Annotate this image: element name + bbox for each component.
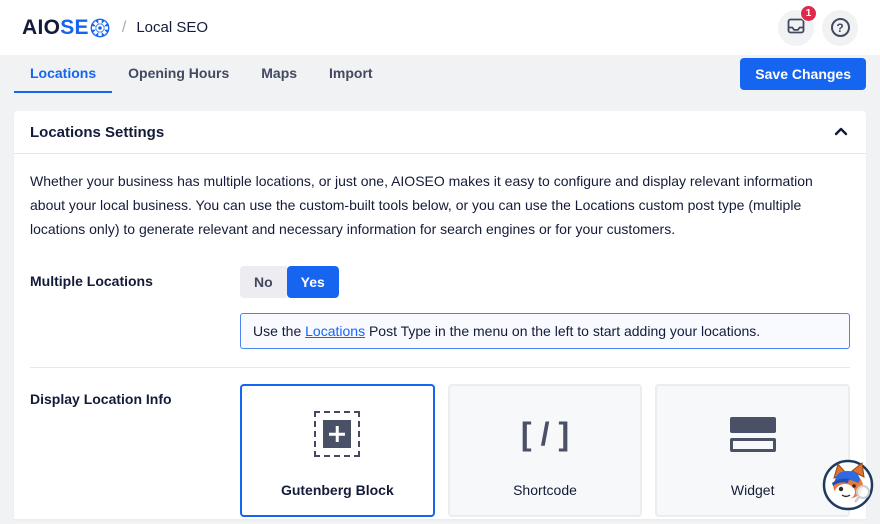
notice-text-pre: Use the — [253, 323, 306, 339]
aioseo-fox-mascot[interactable] — [822, 459, 874, 511]
breadcrumb-separator: / — [121, 18, 127, 36]
panel-header-toggle[interactable]: Locations Settings — [14, 111, 866, 154]
section-divider — [30, 367, 850, 368]
help-button[interactable]: ? — [822, 9, 858, 46]
display-location-info-label: Display Location Info — [30, 391, 172, 407]
option-card-widget[interactable]: Widget — [655, 384, 851, 517]
option-card-label: Shortcode — [513, 482, 577, 498]
help-icon: ? — [830, 18, 850, 37]
tab-locations[interactable]: Locations — [14, 55, 113, 93]
main-content: Locations Settings Whether your business… — [0, 93, 880, 524]
notice-text-post: Post Type in the menu on the left to sta… — [365, 323, 761, 339]
tab-import[interactable]: Import — [313, 55, 389, 93]
tab-bar: Locations Opening Hours Maps Import Save… — [0, 55, 880, 93]
display-options: Gutenberg Block [/] Shortcode Widget — [240, 384, 851, 517]
tab-opening-hours[interactable]: Opening Hours — [112, 55, 245, 93]
option-card-gutenberg-block[interactable]: Gutenberg Block — [240, 384, 435, 517]
logo-part-se: SE — [60, 15, 89, 39]
logo-part-aio: AIO — [22, 15, 61, 39]
app-header: AIOSE / Local SEO 1 ? — [0, 0, 880, 55]
toggle-option-no[interactable]: No — [240, 266, 287, 298]
shortcode-icon: [/] — [520, 415, 579, 452]
aioseo-gear-icon — [90, 18, 110, 38]
option-card-label: Widget — [730, 482, 775, 498]
widget-icon — [729, 416, 776, 452]
notifications-button[interactable]: 1 — [778, 4, 817, 46]
toggle-option-yes[interactable]: Yes — [286, 266, 339, 298]
panel-title: Locations Settings — [30, 123, 165, 141]
aioseo-logo[interactable]: AIOSE — [22, 16, 110, 40]
gutenberg-block-icon — [314, 411, 361, 457]
logo-text: AIOSE — [22, 16, 89, 40]
multiple-locations-row: Multiple Locations No Yes Use the Locati… — [30, 266, 850, 349]
breadcrumb: Local SEO — [136, 19, 209, 36]
notification-badge: 1 — [800, 4, 817, 22]
locations-post-type-notice: Use the Locations Post Type in the menu … — [240, 313, 850, 349]
display-location-info-row: Display Location Info Gutenberg Block [/… — [30, 384, 851, 517]
multiple-locations-label: Multiple Locations — [30, 273, 153, 289]
tab-maps[interactable]: Maps — [245, 55, 313, 93]
section-description: Whether your business has multiple locat… — [30, 173, 813, 237]
chevron-up-icon[interactable] — [834, 123, 848, 141]
option-card-label: Gutenberg Block — [280, 482, 394, 498]
locations-post-type-link[interactable]: Locations — [305, 323, 365, 339]
option-card-shortcode[interactable]: [/] Shortcode — [447, 384, 643, 517]
locations-settings-panel: Locations Settings Whether your business… — [14, 111, 866, 519]
multiple-locations-toggle: No Yes — [240, 266, 339, 298]
save-changes-button[interactable]: Save Changes — [740, 58, 866, 90]
